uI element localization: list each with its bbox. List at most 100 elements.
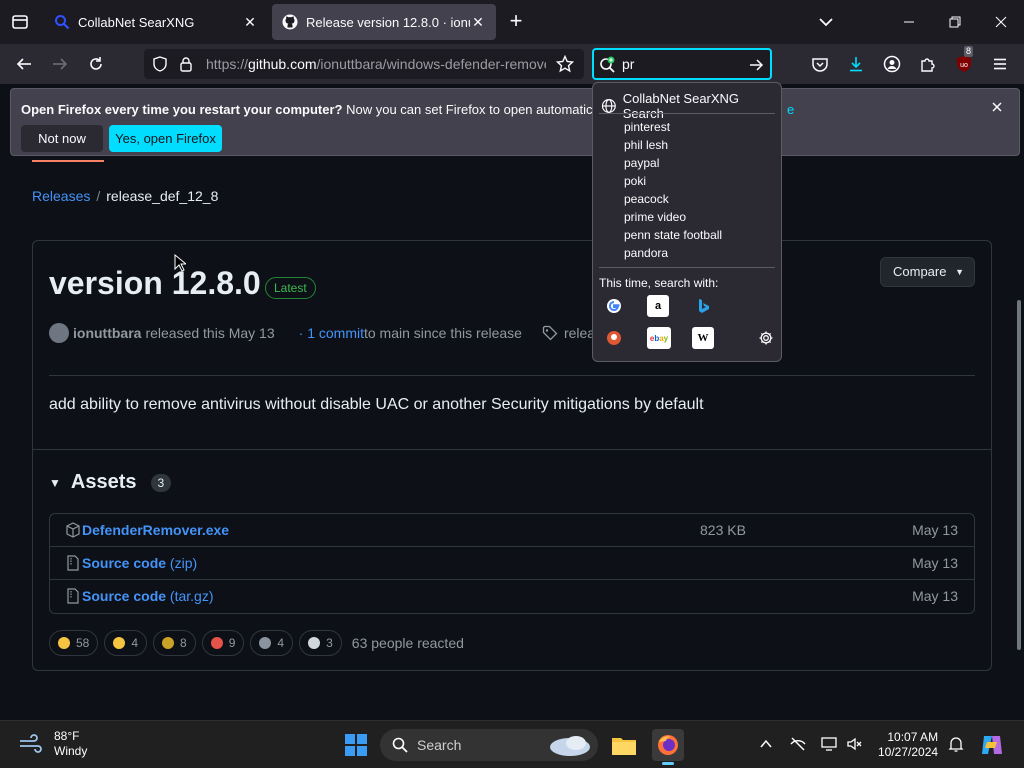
tab-close-icon[interactable]: ✕ bbox=[242, 14, 258, 31]
search-box[interactable] bbox=[592, 48, 772, 80]
suggestion-item[interactable]: phil lesh bbox=[624, 138, 668, 152]
lock-icon[interactable] bbox=[178, 56, 194, 72]
network-tray-button[interactable] bbox=[820, 735, 838, 753]
reload-icon bbox=[90, 57, 102, 70]
asset-date: May 13 bbox=[912, 588, 958, 604]
reaction-count: 9 bbox=[228, 636, 236, 650]
breadcrumb-current: release_def_12_8 bbox=[106, 188, 219, 204]
list-all-tabs-button[interactable] bbox=[8, 10, 32, 34]
tag-link[interactable]: relea bbox=[564, 325, 595, 341]
go-arrow-icon[interactable] bbox=[748, 57, 764, 73]
reaction-eyes[interactable]: 3 bbox=[299, 630, 342, 656]
tab-github-release[interactable]: Release version 12.8.0 · ionuttbara/wind… bbox=[272, 4, 496, 40]
sound-tray-button[interactable] bbox=[846, 735, 864, 753]
breadcrumb-releases-link[interactable]: Releases bbox=[32, 188, 90, 204]
wikipedia-engine-button[interactable]: W bbox=[692, 327, 714, 349]
tab-overflow-button[interactable] bbox=[814, 10, 838, 34]
shield-icon[interactable] bbox=[152, 56, 168, 72]
asset-name: DefenderRemover.exe bbox=[82, 522, 230, 538]
minimize-button[interactable] bbox=[894, 8, 924, 36]
url-text[interactable]: https://github.com/ionuttbara/windows-de… bbox=[206, 56, 546, 72]
suggestion-item[interactable]: pinterest bbox=[624, 120, 670, 134]
current-engine-row[interactable]: CollabNet SearXNG Search bbox=[601, 91, 781, 121]
infobar-title: Open Firefox every time you restart your… bbox=[21, 102, 343, 117]
reaction-heart[interactable]: 9 bbox=[201, 630, 245, 656]
google-engine-button[interactable] bbox=[603, 295, 625, 317]
taskbar-clock[interactable]: 10:07 AM 10/27/2024 bbox=[878, 730, 938, 760]
github-favicon-icon bbox=[282, 14, 298, 30]
infobar-link[interactable]: e bbox=[787, 102, 794, 117]
start-button[interactable] bbox=[340, 729, 372, 761]
search-input[interactable] bbox=[622, 55, 732, 73]
asset-link[interactable]: Source code (zip) bbox=[82, 555, 197, 571]
forward-button[interactable] bbox=[48, 52, 72, 76]
tab-searxng[interactable]: CollabNet SearXNG ✕ bbox=[44, 4, 268, 40]
notifications-button[interactable] bbox=[947, 735, 965, 753]
close-window-button[interactable] bbox=[986, 8, 1016, 36]
copilot-button[interactable] bbox=[978, 731, 1006, 759]
duckduckgo-engine-button[interactable] bbox=[603, 327, 625, 349]
restore-button[interactable] bbox=[940, 8, 970, 36]
search-settings-button[interactable] bbox=[755, 327, 777, 349]
reload-button[interactable] bbox=[84, 52, 108, 76]
pocket-button[interactable] bbox=[808, 52, 832, 76]
hooray-icon bbox=[162, 637, 175, 649]
author-link[interactable]: ionuttbara bbox=[73, 325, 141, 341]
firefox-taskbar-button[interactable] bbox=[652, 729, 684, 765]
speaker-muted-icon bbox=[847, 737, 862, 751]
bing-engine-button[interactable] bbox=[692, 295, 714, 317]
avatar[interactable] bbox=[49, 323, 69, 343]
this-time-label: This time, search with: bbox=[599, 276, 719, 290]
ublock-button[interactable]: uo 8 bbox=[952, 46, 976, 76]
searxng-favicon-icon bbox=[55, 15, 70, 30]
show-hidden-icons-button[interactable] bbox=[757, 735, 775, 753]
reaction-rocket[interactable]: 4 bbox=[250, 630, 294, 656]
not-now-button[interactable]: Not now bbox=[21, 125, 103, 152]
extensions-button[interactable] bbox=[916, 52, 940, 76]
account-button[interactable] bbox=[880, 52, 904, 76]
bookmark-star-icon[interactable] bbox=[556, 55, 574, 73]
release-notes: add ability to remove antivirus without … bbox=[49, 396, 704, 413]
compare-button[interactable]: Compare ▼ bbox=[880, 257, 975, 287]
settings-gear-icon bbox=[759, 331, 773, 345]
scrollbar-thumb[interactable] bbox=[1017, 300, 1021, 650]
forward-arrow-icon bbox=[53, 58, 68, 70]
vpn-tray-button[interactable] bbox=[789, 735, 807, 753]
duckduckgo-icon bbox=[607, 331, 621, 345]
taskbar-search[interactable]: Search bbox=[380, 729, 598, 761]
search-engine-icon[interactable] bbox=[599, 56, 617, 74]
new-tab-button[interactable]: + bbox=[504, 10, 528, 34]
asset-row: Source code (zip) May 13 bbox=[50, 547, 974, 580]
ebay-engine-button[interactable]: ebay bbox=[647, 327, 671, 349]
globe-icon bbox=[601, 99, 616, 113]
amazon-engine-button[interactable]: a bbox=[647, 295, 669, 317]
page-scrollbar[interactable] bbox=[1014, 160, 1024, 720]
close-icon[interactable] bbox=[989, 99, 1005, 115]
suggestion-item[interactable]: prime video bbox=[624, 210, 686, 224]
bell-icon bbox=[948, 737, 964, 752]
suggestion-item[interactable]: poki bbox=[624, 174, 646, 188]
app-menu-button[interactable] bbox=[988, 52, 1012, 76]
chevron-up-icon bbox=[760, 739, 772, 748]
reaction-thumbs-up[interactable]: 58 bbox=[49, 630, 99, 656]
yes-open-firefox-button[interactable]: Yes, open Firefox bbox=[109, 125, 222, 152]
weather-widget[interactable]: 88°F Windy bbox=[18, 729, 87, 759]
rocket-icon bbox=[259, 637, 272, 649]
commit-link[interactable]: · 1 commit bbox=[299, 325, 364, 341]
asset-link[interactable]: Source code (tar.gz) bbox=[82, 588, 214, 604]
suggestion-item[interactable]: peacock bbox=[624, 192, 669, 206]
suggestion-item[interactable]: pandora bbox=[624, 246, 668, 260]
url-bar[interactable]: https://github.com/ionuttbara/windows-de… bbox=[144, 49, 584, 79]
suggestion-item[interactable]: penn state football bbox=[624, 228, 722, 242]
tab-close-icon[interactable]: ✕ bbox=[470, 14, 486, 31]
assets-toggle[interactable]: ▼ Assets 3 bbox=[49, 471, 172, 494]
file-explorer-button[interactable] bbox=[608, 729, 640, 761]
reaction-laugh[interactable]: 4 bbox=[104, 630, 148, 656]
suggestion-item[interactable]: paypal bbox=[624, 156, 659, 170]
back-button[interactable] bbox=[12, 52, 36, 76]
reaction-hooray[interactable]: 8 bbox=[153, 630, 196, 656]
assets-list: DefenderRemover.exe 823 KB May 13 Source… bbox=[49, 513, 975, 614]
chevron-down-icon bbox=[819, 18, 833, 27]
asset-link[interactable]: DefenderRemover.exe bbox=[82, 522, 229, 538]
downloads-button[interactable] bbox=[844, 52, 868, 76]
